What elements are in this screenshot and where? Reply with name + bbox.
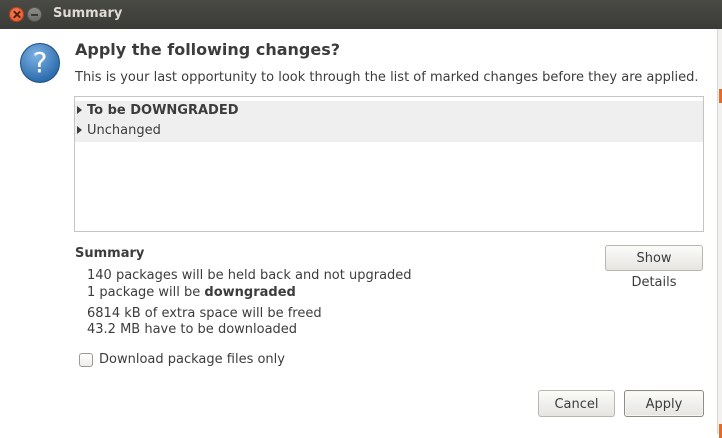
download-only-checkbox[interactable]	[79, 353, 93, 367]
tree-row-label: To be DOWNGRADED	[87, 103, 239, 118]
summary-downgraded: 1 package will be downgraded	[87, 285, 296, 300]
tree-row-unchanged[interactable]: Unchanged	[75, 121, 703, 142]
show-details-button[interactable]: Show Details	[605, 245, 703, 290]
dialog-heading: Apply the following changes?	[75, 40, 340, 59]
expander-arrow-icon[interactable]	[77, 126, 82, 134]
question-icon: ?	[20, 43, 60, 83]
tree-row-downgraded[interactable]: To be DOWNGRADED	[75, 101, 703, 122]
dialog-subtext: This is your last opportunity to look th…	[75, 70, 699, 85]
summary-download-size: 43.2 MB have to be downloaded	[87, 322, 298, 337]
apply-button[interactable]: Apply	[624, 390, 704, 417]
summary-title: Summary	[75, 246, 145, 261]
summary-downgraded-prefix: 1 package will be	[87, 285, 205, 300]
summary-held-back: 140 packages will be held back and not u…	[87, 268, 412, 283]
minimize-icon[interactable]	[27, 7, 42, 22]
summary-space-freed: 6814 kB of extra space will be freed	[87, 306, 322, 321]
cancel-button[interactable]: Cancel	[538, 390, 615, 417]
tree-row-label: Unchanged	[87, 123, 161, 138]
title-bar: Summary	[0, 0, 722, 29]
changes-tree[interactable]: To be DOWNGRADED Unchanged	[74, 96, 704, 232]
expander-arrow-icon[interactable]	[77, 106, 82, 114]
summary-downgraded-bold: downgraded	[204, 285, 296, 300]
background-window-edge	[717, 29, 722, 438]
window-title: Summary	[53, 6, 123, 21]
download-only-label[interactable]: Download package files only	[99, 352, 285, 367]
close-icon[interactable]	[9, 7, 24, 22]
